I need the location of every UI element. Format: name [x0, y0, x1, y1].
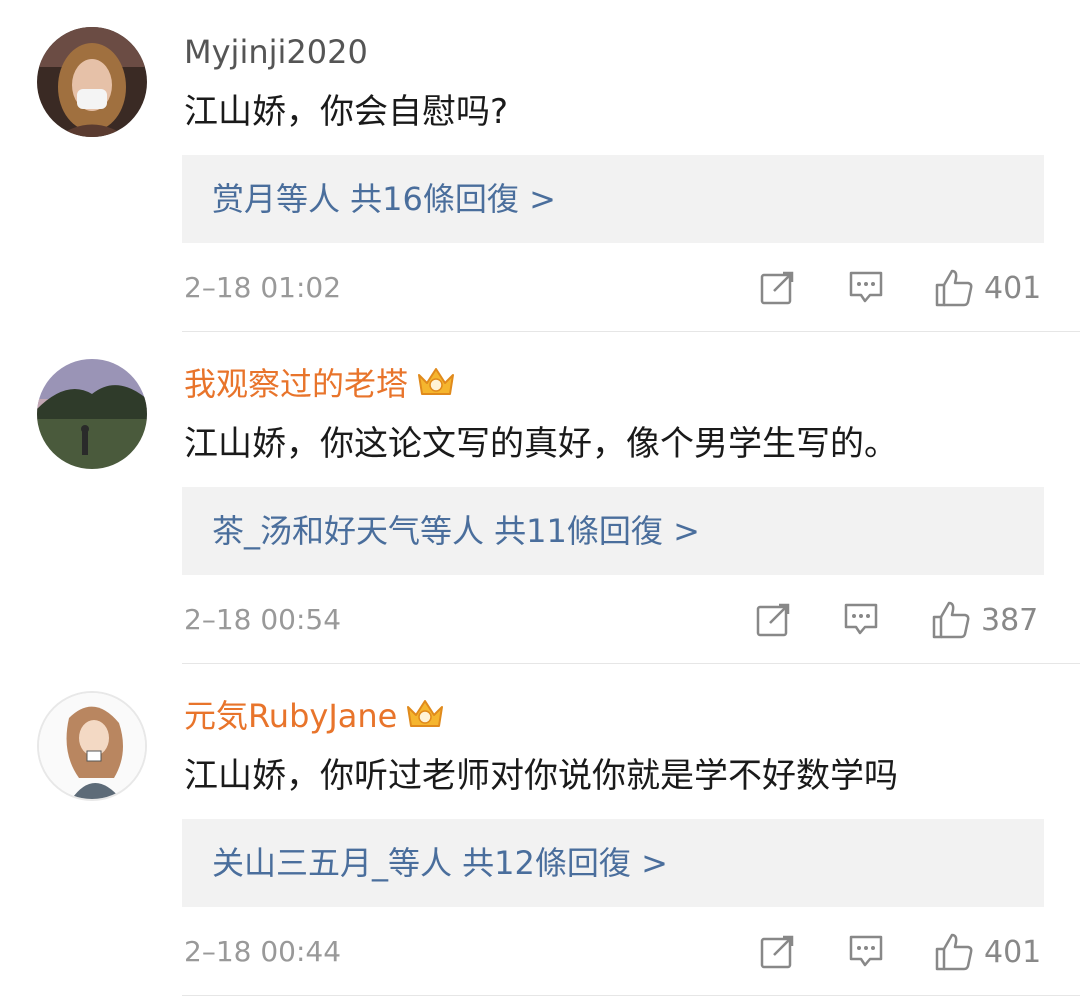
share-icon: [760, 935, 794, 969]
thumbs-up-icon: [935, 933, 973, 971]
comment-text: 江山娇，你听过老师对你说你就是学不好数学吗: [184, 756, 898, 796]
like-button[interactable]: 401: [934, 930, 1041, 974]
timestamp: 2–18 01:02: [184, 271, 342, 304]
like-count: 401: [984, 934, 1042, 970]
vip-crown-icon: [418, 368, 455, 395]
like-button[interactable]: 387: [931, 598, 1038, 642]
thumbs-up-icon: [932, 601, 970, 639]
avatar[interactable]: [37, 359, 147, 469]
comment-button[interactable]: [843, 598, 879, 642]
username-text: 我观察过的老塔: [184, 365, 409, 403]
comment-item: 我观察过的老塔 江山娇，你这论文写的真好，像个男学生写的。 茶_汤和好天气等人 …: [0, 332, 1080, 664]
comment-button[interactable]: [848, 930, 884, 974]
replies-link[interactable]: 茶_汤和好天气等人 共11條回復 >: [182, 487, 1044, 575]
avatar[interactable]: [37, 27, 147, 137]
username[interactable]: 元気RubyJane: [184, 695, 445, 736]
comment-item: 元気RubyJane 江山娇，你听过老师对你说你就是学不好数学吗 关山三五月_等…: [0, 664, 1080, 996]
timestamp: 2–18 00:54: [184, 603, 342, 636]
share-button[interactable]: [759, 930, 797, 974]
comment-text: 江山娇，你这论文写的真好，像个男学生写的。: [184, 424, 898, 464]
timestamp: 2–18 00:44: [184, 935, 342, 968]
comment-text: 江山娇，你会自慰吗?: [184, 92, 509, 132]
like-count: 387: [981, 602, 1039, 638]
share-icon: [756, 603, 790, 637]
username[interactable]: Myjinji2020: [184, 32, 368, 72]
thumbs-up-icon: [935, 269, 973, 307]
like-count: 401: [984, 270, 1042, 306]
share-icon: [760, 271, 794, 305]
share-button[interactable]: [755, 598, 793, 642]
username-text: 元気RubyJane: [184, 697, 398, 735]
avatar[interactable]: [37, 691, 147, 801]
divider: [182, 995, 1080, 996]
comment-icon: [844, 603, 878, 635]
vip-crown-icon: [407, 700, 444, 727]
username[interactable]: 我观察过的老塔: [184, 363, 456, 404]
share-button[interactable]: [759, 266, 797, 310]
comment-button[interactable]: [848, 266, 884, 310]
replies-link[interactable]: 关山三五月_等人 共12條回復 >: [182, 819, 1044, 907]
comment-icon: [849, 935, 883, 967]
replies-link[interactable]: 赏月等人 共16條回復 >: [182, 155, 1044, 243]
comment-icon: [849, 271, 883, 303]
like-button[interactable]: 401: [934, 266, 1041, 310]
comment-item: Myjinji2020 江山娇，你会自慰吗? 赏月等人 共16條回復 > 2–1…: [0, 0, 1080, 332]
